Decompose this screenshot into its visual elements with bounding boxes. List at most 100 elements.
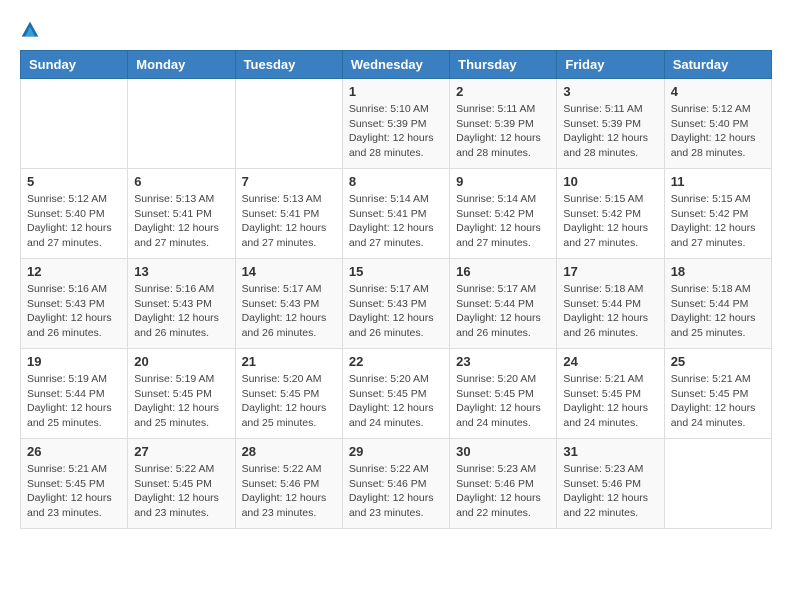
calendar-cell: 29 Sunrise: 5:22 AMSunset: 5:46 PMDayligh… — [342, 439, 449, 529]
day-number: 14 — [242, 264, 336, 279]
day-number: 6 — [134, 174, 228, 189]
day-info: Sunrise: 5:12 AMSunset: 5:40 PMDaylight:… — [671, 102, 765, 161]
calendar-cell: 3 Sunrise: 5:11 AMSunset: 5:39 PMDaylight… — [557, 79, 664, 169]
week-row-4: 19 Sunrise: 5:19 AMSunset: 5:44 PMDayligh… — [21, 349, 772, 439]
week-row-2: 5Sunrise: 5:12 AMSunset: 5:40 PMDaylight… — [21, 169, 772, 259]
day-info: Sunrise: 5:16 AMSunset: 5:43 PMDaylight:… — [134, 282, 228, 341]
day-info: Sunrise: 5:21 AMSunset: 5:45 PMDaylight:… — [27, 462, 121, 521]
day-number: 11 — [671, 174, 765, 189]
day-number: 19 — [27, 354, 121, 369]
calendar-cell: 9 Sunrise: 5:14 AMSunset: 5:42 PMDaylight… — [450, 169, 557, 259]
day-info: Sunrise: 5:11 AMSunset: 5:39 PMDaylight:… — [456, 102, 550, 161]
day-info: Sunrise: 5:19 AMSunset: 5:45 PMDaylight:… — [134, 372, 228, 431]
day-number: 8 — [349, 174, 443, 189]
header-day-friday: Friday — [557, 51, 664, 79]
header-day-wednesday: Wednesday — [342, 51, 449, 79]
day-number: 3 — [563, 84, 657, 99]
day-info: Sunrise: 5:22 AMSunset: 5:46 PMDaylight:… — [349, 462, 443, 521]
day-number: 13 — [134, 264, 228, 279]
calendar-cell: 28 Sunrise: 5:22 AMSunset: 5:46 PMDayligh… — [235, 439, 342, 529]
calendar-cell: 5Sunrise: 5:12 AMSunset: 5:40 PMDaylight… — [21, 169, 128, 259]
calendar-cell: 8 Sunrise: 5:14 AMSunset: 5:41 PMDaylight… — [342, 169, 449, 259]
day-number: 15 — [349, 264, 443, 279]
day-info: Sunrise: 5:17 AMSunset: 5:43 PMDaylight:… — [349, 282, 443, 341]
day-number: 31 — [563, 444, 657, 459]
calendar-cell: 1 Sunrise: 5:10 AMSunset: 5:39 PMDaylight… — [342, 79, 449, 169]
day-info: Sunrise: 5:22 AMSunset: 5:45 PMDaylight:… — [134, 462, 228, 521]
calendar-cell: 6 Sunrise: 5:13 AMSunset: 5:41 PMDaylight… — [128, 169, 235, 259]
day-number: 4 — [671, 84, 765, 99]
day-number: 18 — [671, 264, 765, 279]
day-number: 23 — [456, 354, 550, 369]
day-info: Sunrise: 5:12 AMSunset: 5:40 PMDaylight:… — [27, 192, 121, 251]
day-number: 28 — [242, 444, 336, 459]
day-info: Sunrise: 5:19 AMSunset: 5:44 PMDaylight:… — [27, 372, 121, 431]
calendar-cell: 11 Sunrise: 5:15 AMSunset: 5:42 PMDayligh… — [664, 169, 771, 259]
calendar-cell: 21 Sunrise: 5:20 AMSunset: 5:45 PMDayligh… — [235, 349, 342, 439]
calendar-cell: 27 Sunrise: 5:22 AMSunset: 5:45 PMDayligh… — [128, 439, 235, 529]
day-info: Sunrise: 5:23 AMSunset: 5:46 PMDaylight:… — [563, 462, 657, 521]
calendar-cell — [664, 439, 771, 529]
calendar-body: 1 Sunrise: 5:10 AMSunset: 5:39 PMDaylight… — [21, 79, 772, 529]
logo — [20, 20, 44, 40]
day-info: Sunrise: 5:18 AMSunset: 5:44 PMDaylight:… — [563, 282, 657, 341]
day-number: 26 — [27, 444, 121, 459]
calendar-cell: 31 Sunrise: 5:23 AMSunset: 5:46 PMDayligh… — [557, 439, 664, 529]
day-number: 20 — [134, 354, 228, 369]
calendar-cell: 19 Sunrise: 5:19 AMSunset: 5:44 PMDayligh… — [21, 349, 128, 439]
day-number: 16 — [456, 264, 550, 279]
day-number: 9 — [456, 174, 550, 189]
logo-icon — [20, 20, 40, 40]
day-info: Sunrise: 5:20 AMSunset: 5:45 PMDaylight:… — [349, 372, 443, 431]
calendar-cell: 25 Sunrise: 5:21 AMSunset: 5:45 PMDayligh… — [664, 349, 771, 439]
calendar-cell: 15 Sunrise: 5:17 AMSunset: 5:43 PMDayligh… — [342, 259, 449, 349]
day-number: 24 — [563, 354, 657, 369]
day-info: Sunrise: 5:11 AMSunset: 5:39 PMDaylight:… — [563, 102, 657, 161]
calendar-cell: 30 Sunrise: 5:23 AMSunset: 5:46 PMDayligh… — [450, 439, 557, 529]
header-row: SundayMondayTuesdayWednesdayThursdayFrid… — [21, 51, 772, 79]
calendar-cell: 16Sunrise: 5:17 AMSunset: 5:44 PMDayligh… — [450, 259, 557, 349]
day-info: Sunrise: 5:14 AMSunset: 5:42 PMDaylight:… — [456, 192, 550, 251]
day-info: Sunrise: 5:15 AMSunset: 5:42 PMDaylight:… — [563, 192, 657, 251]
calendar-table: SundayMondayTuesdayWednesdayThursdayFrid… — [20, 50, 772, 529]
day-number: 2 — [456, 84, 550, 99]
calendar-cell: 7Sunrise: 5:13 AMSunset: 5:41 PMDaylight… — [235, 169, 342, 259]
day-number: 27 — [134, 444, 228, 459]
day-info: Sunrise: 5:20 AMSunset: 5:45 PMDaylight:… — [456, 372, 550, 431]
calendar-cell: 24 Sunrise: 5:21 AMSunset: 5:45 PMDayligh… — [557, 349, 664, 439]
day-info: Sunrise: 5:20 AMSunset: 5:45 PMDaylight:… — [242, 372, 336, 431]
day-number: 25 — [671, 354, 765, 369]
calendar-cell — [21, 79, 128, 169]
header-day-thursday: Thursday — [450, 51, 557, 79]
day-info: Sunrise: 5:22 AMSunset: 5:46 PMDaylight:… — [242, 462, 336, 521]
calendar-cell: 23 Sunrise: 5:20 AMSunset: 5:45 PMDayligh… — [450, 349, 557, 439]
day-number: 12 — [27, 264, 121, 279]
day-info: Sunrise: 5:14 AMSunset: 5:41 PMDaylight:… — [349, 192, 443, 251]
calendar-cell: 22 Sunrise: 5:20 AMSunset: 5:45 PMDayligh… — [342, 349, 449, 439]
day-number: 1 — [349, 84, 443, 99]
day-number: 29 — [349, 444, 443, 459]
calendar-cell: 14Sunrise: 5:17 AMSunset: 5:43 PMDayligh… — [235, 259, 342, 349]
day-info: Sunrise: 5:10 AMSunset: 5:39 PMDaylight:… — [349, 102, 443, 161]
day-number: 22 — [349, 354, 443, 369]
header-day-tuesday: Tuesday — [235, 51, 342, 79]
calendar-cell: 2 Sunrise: 5:11 AMSunset: 5:39 PMDaylight… — [450, 79, 557, 169]
day-info: Sunrise: 5:16 AMSunset: 5:43 PMDaylight:… — [27, 282, 121, 341]
calendar-cell — [235, 79, 342, 169]
calendar-cell: 26 Sunrise: 5:21 AMSunset: 5:45 PMDayligh… — [21, 439, 128, 529]
day-info: Sunrise: 5:18 AMSunset: 5:44 PMDaylight:… — [671, 282, 765, 341]
calendar-cell — [128, 79, 235, 169]
day-info: Sunrise: 5:13 AMSunset: 5:41 PMDaylight:… — [134, 192, 228, 251]
calendar-cell: 13 Sunrise: 5:16 AMSunset: 5:43 PMDayligh… — [128, 259, 235, 349]
day-info: Sunrise: 5:21 AMSunset: 5:45 PMDaylight:… — [671, 372, 765, 431]
day-number: 21 — [242, 354, 336, 369]
header-day-sunday: Sunday — [21, 51, 128, 79]
week-row-1: 1 Sunrise: 5:10 AMSunset: 5:39 PMDaylight… — [21, 79, 772, 169]
calendar-cell: 17Sunrise: 5:18 AMSunset: 5:44 PMDayligh… — [557, 259, 664, 349]
day-info: Sunrise: 5:23 AMSunset: 5:46 PMDaylight:… — [456, 462, 550, 521]
header-day-saturday: Saturday — [664, 51, 771, 79]
day-info: Sunrise: 5:15 AMSunset: 5:42 PMDaylight:… — [671, 192, 765, 251]
day-number: 30 — [456, 444, 550, 459]
calendar-cell: 18 Sunrise: 5:18 AMSunset: 5:44 PMDayligh… — [664, 259, 771, 349]
day-info: Sunrise: 5:21 AMSunset: 5:45 PMDaylight:… — [563, 372, 657, 431]
